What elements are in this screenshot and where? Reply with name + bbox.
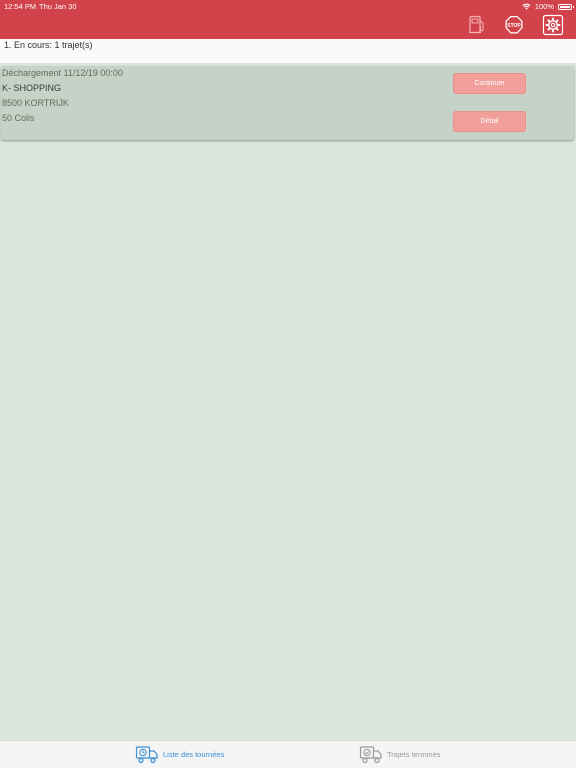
svg-text:STOP: STOP [507, 23, 521, 29]
top-bar: 12:54 PM Thu Jan 30 100% STOP [0, 0, 576, 39]
stop-sign-icon[interactable]: STOP [503, 14, 525, 36]
trip-count-label: 1. En cours: 1 trajet(s) [4, 40, 93, 50]
trip-parcels: 50 Colis [2, 113, 35, 123]
trip-card[interactable]: Déchargement 11/12/19 00:00 K- SHOPPING … [1, 66, 574, 140]
truck-clock-icon [135, 746, 158, 764]
truck-check-icon [359, 746, 382, 764]
battery-percent: 100% [534, 2, 554, 11]
status-date: Thu Jan 30 [39, 2, 77, 11]
battery-icon [558, 3, 574, 10]
tab-completed-trips-label: Trajets terminés [387, 750, 441, 759]
detail-button[interactable]: Détail [453, 111, 526, 132]
trip-address: 8500 KORTRIJK [2, 98, 69, 108]
tab-completed-trips[interactable]: Trajets terminés [359, 744, 441, 765]
tab-route-list[interactable]: Liste des tournées [135, 744, 224, 765]
wifi-icon [522, 3, 531, 10]
trip-customer: K- SHOPPING [2, 83, 62, 93]
subheader: 1. En cours: 1 trajet(s) [0, 39, 576, 63]
settings-gear-icon[interactable] [542, 14, 564, 36]
trip-type-date: Déchargement 11/12/19 00:00 [2, 68, 123, 78]
tab-bar: Liste des tournées Trajets terminés [0, 740, 576, 768]
fuel-icon[interactable] [466, 14, 488, 36]
status-indicators: 100% [522, 2, 574, 11]
continue-button[interactable]: Continuer [453, 73, 526, 94]
status-time: 12:54 PM [4, 2, 37, 11]
tab-route-list-label: Liste des tournées [163, 750, 225, 759]
